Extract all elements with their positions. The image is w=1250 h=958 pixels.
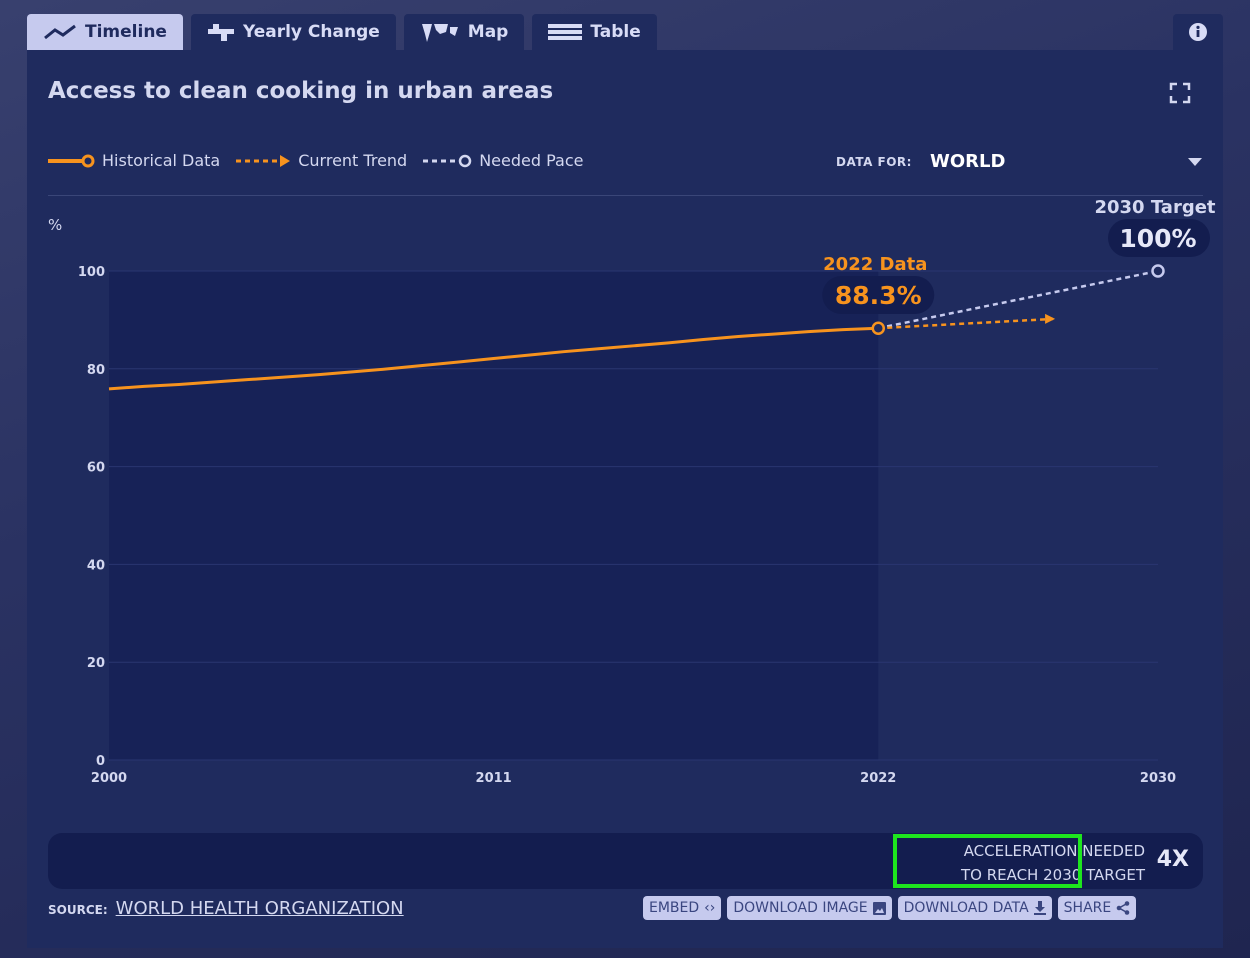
trend-line-icon	[44, 24, 76, 40]
annotation-2030-label: 2030 Target	[1094, 197, 1215, 218]
x-tick-label: 2011	[476, 771, 512, 786]
info-button[interactable]	[1173, 14, 1223, 50]
button-label: SHARE	[1063, 900, 1112, 916]
image-icon	[872, 901, 886, 915]
trend-arrowhead	[1045, 313, 1056, 324]
acceleration-value: 4X	[1156, 847, 1189, 872]
data-point-2022	[871, 321, 886, 335]
tab-map[interactable]: Map	[403, 14, 525, 50]
y-tick-label: 40	[87, 558, 105, 573]
button-label: DOWNLOAD IMAGE	[733, 900, 868, 916]
tab-timeline[interactable]: Timeline	[27, 14, 183, 50]
acceleration-line1: ACCELERATION NEEDED	[963, 842, 1145, 860]
action-buttons: EMBED ‹› DOWNLOAD IMAGE DOWNLOAD DATA SHA…	[643, 896, 1137, 920]
y-tick-label: 60	[87, 461, 105, 476]
current-trend-line	[878, 317, 1054, 330]
y-tick-label: 0	[96, 754, 105, 769]
y-tick-label: 80	[87, 363, 105, 378]
timeline-chart: 0 20 40 60 80 100% 2000 2011 2022 2030 2022 Data 88…	[48, 197, 1216, 786]
x-tick-label: 2000	[91, 771, 127, 786]
tab-label: Table	[590, 22, 641, 42]
y-axis-label: %	[48, 216, 62, 234]
x-tick-label: 2030	[1140, 771, 1176, 786]
source-link[interactable]: WORLD HEALTH ORGANIZATION	[116, 898, 404, 919]
info-icon	[1189, 23, 1207, 41]
download-icon	[1033, 901, 1046, 915]
acceleration-panel: ACCELERATION NEEDED TO REACH 2030 TARGET …	[48, 833, 1203, 889]
annotation-2022-value: 88.3%	[835, 281, 922, 310]
historical-region	[109, 271, 879, 760]
x-tick-label: 2022	[860, 771, 896, 786]
source-label: SOURCE:	[48, 903, 108, 917]
annotation-2030-value: 100%	[1119, 224, 1196, 253]
bar-change-icon	[207, 24, 234, 41]
acceleration-text: ACCELERATION NEEDED TO REACH 2030 TARGET	[961, 839, 1145, 887]
world-map-icon	[421, 24, 458, 42]
table-icon	[548, 24, 583, 40]
view-tabs: Timeline Yearly Change Map Table	[27, 14, 657, 50]
share-icon	[1116, 901, 1130, 915]
data-point-2030-target	[1151, 264, 1165, 278]
acceleration-line2: TO REACH 2030 TARGET	[960, 866, 1145, 884]
download-image-button[interactable]: DOWNLOAD IMAGE	[727, 896, 892, 920]
y-tick-label: 100	[78, 265, 105, 280]
tab-label: Map	[467, 22, 509, 42]
embed-button[interactable]: EMBED ‹›	[643, 896, 722, 920]
tab-table[interactable]: Table	[532, 14, 657, 50]
chart-card: Access to clean cooking in urban areas H…	[27, 50, 1223, 948]
share-button[interactable]: SHARE	[1057, 896, 1137, 920]
button-label: DOWNLOAD DATA	[903, 900, 1029, 916]
tab-label: Yearly Change	[242, 22, 380, 42]
tab-label: Timeline	[85, 22, 167, 42]
y-tick-label: 20	[87, 656, 105, 671]
source: SOURCE: WORLD HEALTH ORGANIZATION	[48, 898, 404, 919]
download-data-button[interactable]: DOWNLOAD DATA	[897, 896, 1052, 920]
code-icon: ‹›	[704, 900, 716, 916]
annotation-2022-label: 2022 Data	[823, 254, 927, 275]
tab-yearly-change[interactable]: Yearly Change	[190, 14, 396, 50]
button-label: EMBED	[649, 900, 700, 916]
